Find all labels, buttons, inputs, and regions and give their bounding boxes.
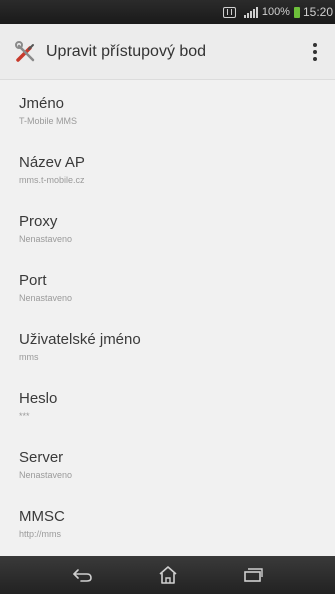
apn-settings-list: Jméno T-Mobile MMS Název AP mms.t-mobile… [0,81,335,556]
setting-value: mms [19,351,39,362]
setting-title: Proxy [19,212,58,230]
setting-title: Název AP [19,153,85,171]
battery-icon [293,6,300,18]
setting-value: mms.t-mobile.cz [19,174,85,185]
setting-title: Jméno [19,94,65,112]
setting-title: Uživatelské jméno [19,330,141,348]
setting-password[interactable]: Heslo *** [0,376,335,435]
setting-value: Nenastaveno [19,233,73,244]
signal-icon [243,6,258,18]
setting-title: Port [19,271,47,289]
setting-server[interactable]: Server Nenastaveno [0,435,335,494]
home-icon[interactable] [148,560,188,590]
screen: 100% 15:20 Upravit přístupový bod Jméno … [0,0,335,594]
setting-port[interactable]: Port Nenastaveno [0,258,335,317]
setting-value: T-Mobile MMS [19,115,78,126]
page-title: Upravit přístupový bod [46,42,207,60]
battery-percent: 100% [261,6,290,18]
setting-value: Nenastaveno [19,469,73,480]
setting-proxy[interactable]: Proxy Nenastaveno [0,199,335,258]
setting-username[interactable]: Uživatelské jméno mms [0,317,335,376]
overflow-menu-icon[interactable] [299,32,331,72]
recent-apps-icon[interactable] [233,560,273,590]
back-icon[interactable] [63,560,103,590]
setting-value: http://mms [19,528,62,539]
setting-name[interactable]: Jméno T-Mobile MMS [0,81,335,140]
status-bar: 100% 15:20 [0,0,335,24]
navigation-bar [0,556,335,594]
setting-value: Nenastaveno [19,292,73,303]
action-bar: Upravit přístupový bod [0,24,335,80]
nfc-icon [222,6,236,18]
setting-value: *** [19,410,30,421]
setting-apn[interactable]: Název AP mms.t-mobile.cz [0,140,335,199]
settings-tools-icon[interactable] [14,40,38,64]
setting-mmsc[interactable]: MMSC http://mms [0,494,335,553]
clock: 15:20 [302,5,333,19]
setting-title: Server [19,448,64,466]
setting-title: MMSC [19,507,65,525]
setting-title: Heslo [19,389,58,407]
